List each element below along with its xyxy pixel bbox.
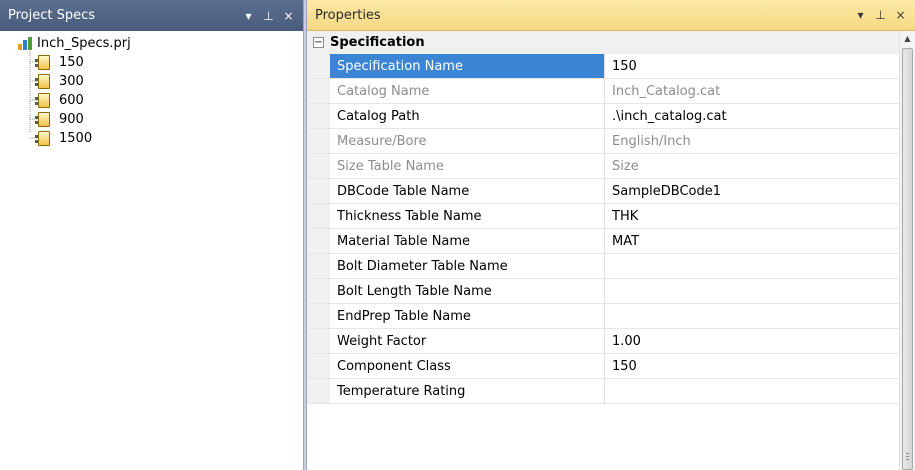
scroll-thumb[interactable] — [902, 48, 913, 470]
spec-file-icon — [35, 55, 50, 70]
tree-item-label: 150 — [59, 55, 84, 70]
category-specification[interactable]: − Specification — [307, 31, 899, 54]
property-name[interactable]: Temperature Rating — [330, 379, 605, 403]
property-grid: − Specification Specification Name 150 Cat… — [307, 31, 899, 470]
tree-item-label: 600 — [59, 93, 84, 108]
property-name[interactable]: Thickness Table Name — [330, 204, 605, 228]
property-row[interactable]: DBCode Table Name SampleDBCode1 — [307, 179, 899, 204]
tree-root-label: Inch_Specs.prj — [37, 36, 131, 51]
property-name[interactable]: Size Table Name — [330, 154, 605, 178]
spec-file-icon — [35, 131, 50, 146]
property-name[interactable]: Component Class — [330, 354, 605, 378]
row-gutter — [307, 329, 330, 353]
property-row[interactable]: Material Table Name MAT — [307, 229, 899, 254]
tree-item-label: 300 — [59, 74, 84, 89]
pin-icon[interactable]: ⊥ — [874, 8, 887, 22]
row-gutter — [307, 254, 330, 278]
row-gutter — [307, 79, 330, 103]
property-row[interactable]: Thickness Table Name THK — [307, 204, 899, 229]
tree-item-label: 900 — [59, 112, 84, 127]
property-value[interactable]: SampleDBCode1 — [605, 179, 899, 203]
property-row[interactable]: Specification Name 150 — [307, 54, 899, 79]
property-name[interactable]: Specification Name — [330, 54, 605, 78]
spec-file-icon — [35, 112, 50, 127]
tree-root-item[interactable]: Inch_Specs.prj — [0, 34, 303, 53]
tree-item-600[interactable]: 600 — [0, 91, 303, 110]
property-value[interactable] — [605, 304, 899, 328]
row-gutter — [307, 229, 330, 253]
property-row[interactable]: Weight Factor 1.00 — [307, 329, 899, 354]
tree-item-150[interactable]: 150 — [0, 53, 303, 72]
property-value[interactable]: 150 — [605, 54, 899, 78]
property-name[interactable]: DBCode Table Name — [330, 179, 605, 203]
property-row[interactable]: Bolt Length Table Name — [307, 279, 899, 304]
row-gutter — [307, 129, 330, 153]
row-gutter — [307, 379, 330, 403]
property-row[interactable]: EndPrep Table Name — [307, 304, 899, 329]
category-label: Specification — [330, 35, 425, 50]
project-specs-title-bar: Project Specs ▾ ⊥ × — [0, 0, 303, 31]
project-icon — [18, 37, 32, 50]
property-name[interactable]: EndPrep Table Name — [330, 304, 605, 328]
row-gutter — [307, 354, 330, 378]
scroll-up-icon[interactable]: ▲ — [900, 31, 915, 47]
property-name[interactable]: Material Table Name — [330, 229, 605, 253]
property-value[interactable]: 150 — [605, 354, 899, 378]
property-row[interactable]: Bolt Diameter Table Name — [307, 254, 899, 279]
property-value[interactable]: MAT — [605, 229, 899, 253]
property-row[interactable]: Catalog Path .\inch_catalog.cat — [307, 104, 899, 129]
property-row[interactable]: Component Class 150 — [307, 354, 899, 379]
row-gutter — [307, 204, 330, 228]
property-name[interactable]: Catalog Name — [330, 79, 605, 103]
property-value[interactable] — [605, 279, 899, 303]
property-value[interactable]: Size — [605, 154, 899, 178]
property-row[interactable]: Catalog Name Inch_Catalog.cat — [307, 79, 899, 104]
tree-item-900[interactable]: 900 — [0, 110, 303, 129]
row-gutter — [307, 154, 330, 178]
dropdown-icon[interactable]: ▾ — [242, 9, 255, 23]
close-icon[interactable]: × — [282, 9, 295, 23]
project-specs-panel: Project Specs ▾ ⊥ × Inch_Specs.prj 150 3… — [0, 0, 304, 470]
row-gutter — [307, 104, 330, 128]
property-name[interactable]: Bolt Length Table Name — [330, 279, 605, 303]
property-name[interactable]: Bolt Diameter Table Name — [330, 254, 605, 278]
row-gutter — [307, 279, 330, 303]
spec-file-icon — [35, 93, 50, 108]
spec-tree: Inch_Specs.prj 150 300 600 900 1500 — [0, 31, 303, 148]
pin-icon[interactable]: ⊥ — [262, 9, 275, 23]
property-row[interactable]: Temperature Rating — [307, 379, 899, 404]
property-value[interactable]: .\inch_catalog.cat — [605, 104, 899, 128]
property-name[interactable]: Catalog Path — [330, 104, 605, 128]
row-gutter — [307, 54, 330, 78]
properties-title: Properties — [315, 7, 381, 23]
properties-title-bar: Properties ▾ ⊥ × — [307, 0, 915, 31]
property-value[interactable]: THK — [605, 204, 899, 228]
tree-item-label: 1500 — [59, 131, 93, 146]
property-name[interactable]: Weight Factor — [330, 329, 605, 353]
collapse-icon[interactable]: − — [313, 37, 324, 48]
project-specs-title: Project Specs — [8, 8, 96, 23]
property-value[interactable]: Inch_Catalog.cat — [605, 79, 899, 103]
tree-item-300[interactable]: 300 — [0, 72, 303, 91]
dropdown-icon[interactable]: ▾ — [854, 8, 867, 22]
vertical-scrollbar[interactable]: ▲ — [899, 31, 915, 470]
row-gutter — [307, 304, 330, 328]
scroll-grip-icon — [906, 453, 909, 460]
property-value[interactable]: English/Inch — [605, 129, 899, 153]
properties-panel: Properties ▾ ⊥ × − Specification Specifi… — [306, 0, 915, 470]
property-row[interactable]: Measure/Bore English/Inch — [307, 129, 899, 154]
property-value[interactable]: 1.00 — [605, 329, 899, 353]
spec-file-icon — [35, 74, 50, 89]
property-value[interactable] — [605, 379, 899, 403]
row-gutter — [307, 179, 330, 203]
property-value[interactable] — [605, 254, 899, 278]
close-icon[interactable]: × — [894, 8, 907, 22]
tree-item-1500[interactable]: 1500 — [0, 129, 303, 148]
property-row[interactable]: Size Table Name Size — [307, 154, 899, 179]
property-name[interactable]: Measure/Bore — [330, 129, 605, 153]
